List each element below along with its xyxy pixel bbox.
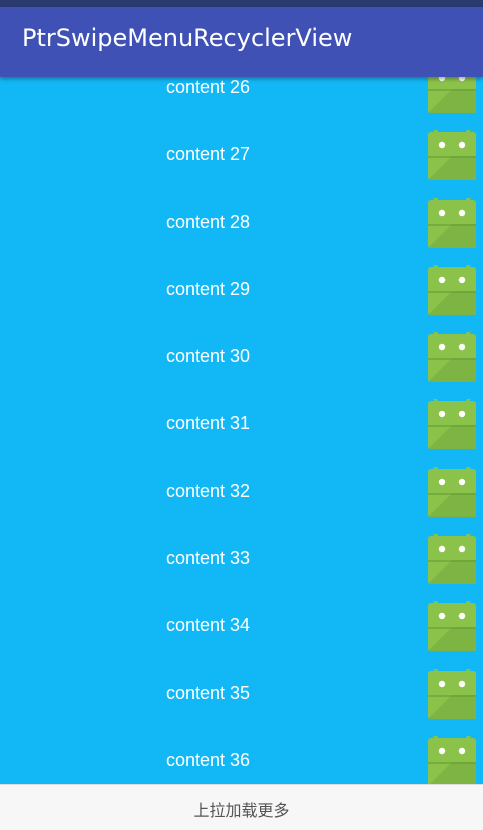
list-item-label: content 34 xyxy=(166,615,251,636)
list-item[interactable]: content 32 xyxy=(0,458,483,527)
list-item-label: content 29 xyxy=(166,278,251,299)
android-icon xyxy=(426,77,478,115)
list-item[interactable]: content 26 xyxy=(0,77,483,123)
recycler-view[interactable]: content 26 content 27 content 28 content 29… xyxy=(0,77,483,784)
list-item-label: content 36 xyxy=(166,749,251,770)
list-item[interactable]: content 35 xyxy=(0,660,483,728)
list-item-label: content 32 xyxy=(166,480,251,501)
android-icon xyxy=(426,663,478,721)
android-icon xyxy=(426,461,478,519)
list-item-label: content 28 xyxy=(166,211,251,232)
app-title: PtrSwipeMenuRecyclerView xyxy=(22,24,353,52)
load-more-footer[interactable]: 上拉加载更多 xyxy=(0,784,483,830)
list-item-label: content 35 xyxy=(166,682,251,703)
list-item-label: content 31 xyxy=(166,413,251,434)
list-item[interactable]: content 34 xyxy=(0,593,483,661)
list-item[interactable]: content 28 xyxy=(0,189,483,257)
app-toolbar: PtrSwipeMenuRecyclerView xyxy=(0,7,483,77)
list-item-label: content 27 xyxy=(166,144,251,165)
android-icon xyxy=(426,326,478,384)
list-item[interactable]: content 29 xyxy=(0,256,483,325)
list-item[interactable]: content 30 xyxy=(0,324,483,392)
android-icon xyxy=(426,730,478,784)
list-item[interactable]: content 27 xyxy=(0,122,483,190)
android-icon xyxy=(426,393,478,451)
android-icon xyxy=(426,595,478,653)
list-item-label: content 26 xyxy=(166,77,251,97)
content-list: content 26 content 27 content 28 content 29… xyxy=(0,77,483,784)
list-item-label: content 30 xyxy=(166,346,251,367)
load-more-label: 上拉加载更多 xyxy=(193,801,290,820)
list-item-label: content 33 xyxy=(166,548,251,569)
list-item[interactable]: content 36 xyxy=(0,727,483,784)
status-bar xyxy=(0,0,483,7)
android-icon xyxy=(426,124,478,182)
list-item[interactable]: content 31 xyxy=(0,391,483,459)
android-icon xyxy=(426,192,478,250)
android-icon xyxy=(426,528,478,586)
android-icon xyxy=(426,259,478,317)
list-item[interactable]: content 33 xyxy=(0,526,483,594)
